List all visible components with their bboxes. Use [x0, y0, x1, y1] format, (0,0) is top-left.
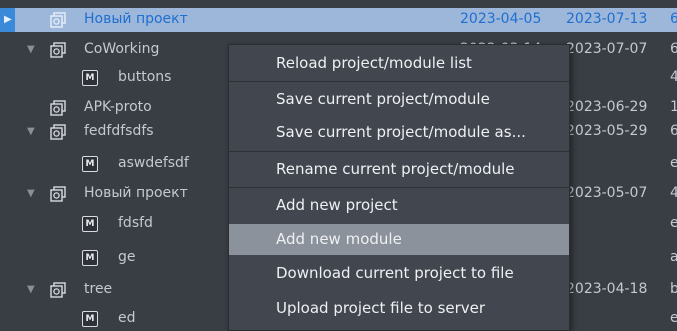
tree-row-label: aswdefsdf	[118, 155, 189, 171]
menu-item-save-as[interactable]: Save current project/module as...	[229, 117, 569, 148]
extra-column: e	[670, 155, 677, 171]
extra-column: e	[670, 310, 677, 326]
menu-separator	[229, 151, 569, 152]
tree-row-label: fedfdfsdfs	[84, 123, 154, 139]
project-folder-icon	[50, 124, 66, 140]
modified-date: 2023-04-18	[566, 281, 648, 297]
tree-row-label: ge	[118, 249, 136, 265]
tree-row-label: CoWorking	[84, 41, 160, 57]
menu-item-rename-current[interactable]: Rename current project/module	[229, 154, 569, 185]
module-badge-icon: M	[82, 156, 98, 172]
tree-row-label: buttons	[118, 69, 172, 85]
tree-row-label: fdsfd	[118, 215, 153, 231]
modified-date: 2023-05-29	[566, 123, 648, 139]
project-folder-icon	[50, 186, 66, 202]
menu-item-save-current[interactable]: Save current project/module	[229, 84, 569, 115]
menu-separator	[229, 81, 569, 82]
menu-item-reload-list[interactable]: Reload project/module list	[229, 48, 569, 79]
module-badge-icon: M	[82, 311, 98, 327]
extra-column: 4	[670, 69, 677, 85]
module-badge-icon: M	[82, 250, 98, 266]
collapse-triangle-icon[interactable]: ▼	[27, 284, 35, 295]
modified-date: 2023-07-13	[566, 11, 648, 27]
tree-row-label: tree	[84, 281, 113, 297]
module-badge-icon: M	[82, 70, 98, 86]
collapse-triangle-icon[interactable]: ▼	[27, 44, 35, 55]
extra-column: 6	[670, 41, 677, 57]
expand-triangle-icon[interactable]: ▶	[4, 14, 12, 25]
modified-date: 2023-07-07	[566, 41, 648, 57]
extra-column: 4	[670, 185, 677, 201]
menu-item-add-project[interactable]: Add new project	[229, 190, 569, 221]
extra-column: e	[670, 215, 677, 231]
extra-column: 1	[670, 99, 677, 115]
project-folder-icon	[50, 42, 66, 58]
tree-row-label: APK-proto	[84, 99, 152, 115]
collapse-triangle-icon[interactable]: ▼	[27, 188, 35, 199]
menu-item-download-project[interactable]: Download current project to file	[229, 258, 569, 289]
project-folder-icon	[50, 12, 66, 28]
tree-row-label: Новый проект	[84, 185, 188, 201]
modified-date: 2023-05-07	[566, 185, 648, 201]
modified-date: 2023-06-29	[566, 99, 648, 115]
tree-row-project[interactable]: ▶ Новый проект 2023-04-05 2023-07-13 6	[0, 8, 677, 32]
menu-item-add-module[interactable]: Add new module	[229, 224, 569, 255]
tree-row-label: Новый проект	[84, 11, 188, 27]
collapse-triangle-icon[interactable]: ▼	[27, 126, 35, 137]
project-folder-icon	[50, 282, 66, 298]
extra-column: 6	[670, 11, 677, 27]
menu-item-upload-project[interactable]: Upload project file to server	[229, 293, 569, 324]
extra-column: a	[670, 249, 677, 265]
context-menu: Reload project/module list Save current …	[228, 44, 570, 331]
created-date: 2023-04-05	[460, 11, 542, 27]
extra-column: b	[670, 281, 677, 297]
module-badge-icon: M	[82, 216, 98, 232]
project-folder-icon	[50, 100, 66, 116]
menu-separator	[229, 187, 569, 188]
tree-row-label: ed	[118, 310, 136, 326]
extra-column: 6	[670, 123, 677, 139]
